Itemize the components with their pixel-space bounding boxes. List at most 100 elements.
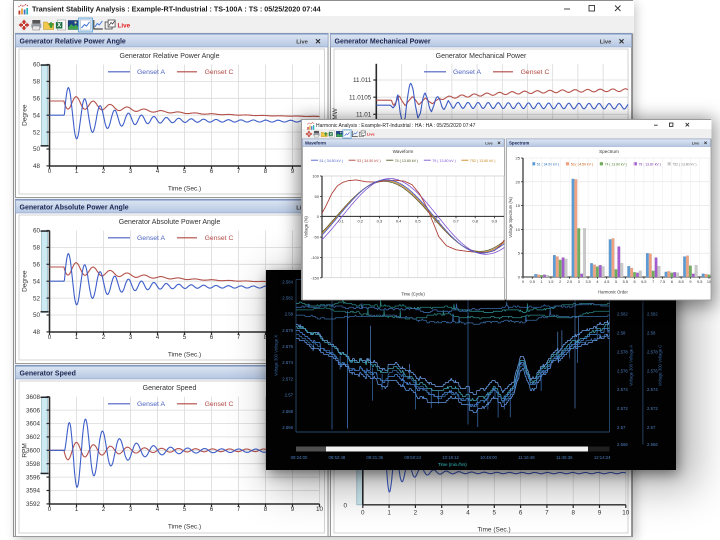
svg-text:✕: ✕ [497,141,501,146]
svg-text:58: 58 [33,245,41,252]
svg-text:11:16:48: 11:16:48 [518,455,535,460]
svg-text:2.584: 2.584 [282,279,293,284]
svg-text:✕: ✕ [704,141,708,146]
svg-text:6: 6 [210,506,214,513]
svg-text:Live: Live [118,23,131,30]
svg-text:0: 0 [48,506,52,513]
svg-text:Voltage 300 Voltage A: Voltage 300 Voltage A [629,344,634,385]
svg-text:4: 4 [156,334,160,341]
svg-text:2.566: 2.566 [617,442,628,447]
svg-text:3592: 3592 [26,501,41,508]
svg-text:9: 9 [598,509,602,516]
svg-text:51 ( 34.50 kV ): 51 ( 34.50 kV ) [320,159,344,163]
svg-text:15: 15 [516,203,521,208]
svg-text:2.572: 2.572 [282,376,293,381]
svg-text:X: X [57,23,61,29]
svg-text:1: 1 [387,509,391,516]
svg-text:0.7: 0.7 [453,219,459,224]
svg-text:6: 6 [519,509,523,516]
svg-text:Time (Sec.): Time (Sec.) [168,352,201,359]
svg-text:Generator Mechanical Power: Generator Mechanical Power [436,53,527,60]
svg-text:52: 52 [33,295,41,302]
svg-text:4: 4 [466,509,470,516]
svg-text:4: 4 [156,168,160,175]
svg-text:5: 5 [493,509,497,516]
svg-text:5: 5 [615,280,617,284]
svg-text:-50: -50 [313,235,320,240]
svg-text:2.58: 2.58 [647,330,656,335]
svg-text:100: 100 [312,174,319,179]
svg-text:2.57: 2.57 [285,392,294,397]
svg-text:3596: 3596 [26,474,41,481]
svg-text:Harmonic Analysis : Example-RT: Harmonic Analysis : Example-RT-Industria… [316,123,476,129]
svg-text:10: 10 [707,280,711,284]
svg-text:2.582: 2.582 [647,311,658,316]
svg-text:0: 0 [361,509,365,516]
svg-text:Time (Sec.): Time (Sec.) [168,524,201,531]
svg-text:1: 1 [75,506,79,513]
svg-text:752 ( 13.80 kV ): 752 ( 13.80 kV ) [672,163,696,167]
svg-text:9: 9 [689,280,691,284]
svg-text:-100: -100 [311,255,320,260]
svg-text:11.0105: 11.0105 [349,94,372,101]
svg-text:Genset A: Genset A [137,69,165,76]
svg-text:56: 56 [33,262,41,269]
svg-text:Generator Relative Power Angle: Generator Relative Power Angle [120,53,220,60]
svg-text:RPM: RPM [22,443,29,457]
svg-text:25: 25 [516,156,521,161]
svg-text:Voltage (%): Voltage (%) [304,216,309,238]
svg-text:7: 7 [545,509,549,516]
svg-text:56: 56 [33,96,41,103]
svg-text:10: 10 [516,227,521,232]
svg-text:08:24:00: 08:24:00 [291,455,308,460]
svg-text:20: 20 [516,179,521,184]
svg-text:7: 7 [237,168,241,175]
svg-text:8.5: 8.5 [678,280,683,284]
svg-text:Voltage 300 Voltage C: Voltage 300 Voltage C [658,344,663,385]
svg-text:0.3: 0.3 [377,219,383,224]
svg-text:2.576: 2.576 [282,344,293,349]
svg-text:79 ( 13.80 kV ): 79 ( 13.80 kV ) [432,159,456,163]
svg-text:3: 3 [129,506,133,513]
svg-text:3606: 3606 [26,407,41,414]
svg-text:52: 52 [33,129,41,136]
svg-text:Spectrum: Spectrum [599,149,619,154]
svg-text:3594: 3594 [26,488,41,495]
svg-text:Degree: Degree [22,104,29,126]
svg-text:Voltage Spectrum (%): Voltage Spectrum (%) [508,197,513,238]
svg-text:2.57: 2.57 [617,425,626,430]
svg-text:Genset C: Genset C [205,69,234,76]
svg-text:Time (Sec.): Time (Sec.) [168,186,201,193]
svg-text:2.582: 2.582 [617,311,628,316]
svg-text:7: 7 [237,506,241,513]
svg-text:1: 1 [75,168,79,175]
svg-text:8: 8 [671,280,673,284]
svg-text:10:48:00: 10:48:00 [480,455,497,460]
svg-text:54: 54 [33,278,41,285]
svg-text:0: 0 [48,168,52,175]
svg-text:Genset C: Genset C [205,235,234,242]
svg-text:2.57: 2.57 [647,425,656,430]
svg-text:2.566: 2.566 [647,442,658,447]
svg-text:6: 6 [210,168,214,175]
svg-text:2.572: 2.572 [647,406,658,411]
svg-text:2: 2 [102,506,106,513]
svg-text:3: 3 [129,168,133,175]
svg-text:0: 0 [522,280,524,284]
svg-text:60: 60 [33,228,41,235]
svg-text:48: 48 [33,329,41,336]
svg-text:50: 50 [33,146,41,153]
svg-text:0.9: 0.9 [492,219,498,224]
svg-text:2.574: 2.574 [282,360,293,365]
svg-text:74 ( 13.80 kV ): 74 ( 13.80 kV ) [395,159,419,163]
svg-text:9.5: 9.5 [697,280,702,284]
svg-text:6.5: 6.5 [641,280,646,284]
svg-text:74 ( 13.80 kV ): 74 ( 13.80 kV ) [605,163,627,167]
svg-text:Degree: Degree [22,270,29,292]
svg-text:2.576: 2.576 [617,368,628,373]
svg-text:Genset A: Genset A [137,235,165,242]
svg-text:10: 10 [316,506,324,513]
svg-text:5: 5 [183,506,187,513]
svg-text:7: 7 [237,334,241,341]
svg-text:2.58: 2.58 [617,330,626,335]
